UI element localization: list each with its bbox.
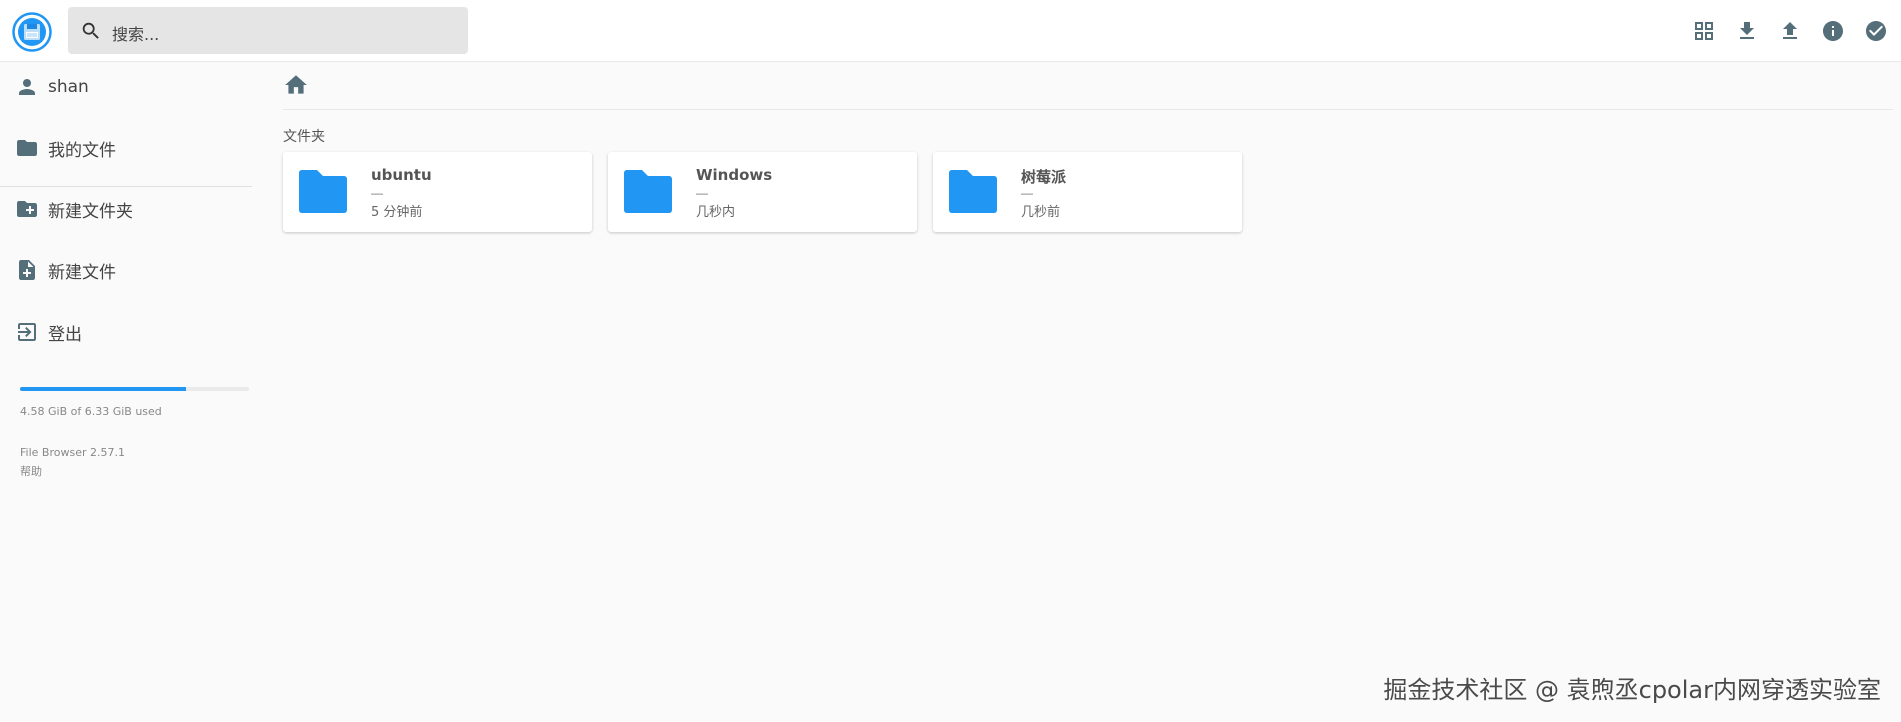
sidebar-item-label: 我的文件 [48,140,116,161]
folder-name: ubuntu [371,166,432,184]
folder-size: — [371,186,383,200]
search-input[interactable]: 搜索... [68,7,468,54]
file-plus-icon [19,260,35,280]
download-icon [1740,22,1754,39]
sidebar-item-label: shan [48,77,89,97]
download-button[interactable] [1732,16,1762,46]
folder-size: — [696,186,708,200]
folder-icon [299,170,347,213]
folder-modified: 5 分钟前 [371,205,423,220]
folder-modified: 几秒内 [696,205,736,220]
folder-modified: 几秒前 [1021,205,1061,220]
storage-usage-bar [20,387,249,391]
sidebar-item-logout[interactable]: 登出 [0,307,254,357]
grid-view-icon [1695,22,1713,40]
sidebar-item-label: 新建文件夹 [48,201,133,222]
select-button[interactable] [1861,16,1891,46]
floppy-disk-icon[interactable] [12,12,52,52]
folder-size: — [1021,186,1033,200]
folder-icon [624,170,672,213]
sidebar-item-label: 登出 [48,324,82,345]
section-title-folders: 文件夹 [283,129,325,145]
breadcrumb-home[interactable] [283,72,309,98]
sidebar: shan 我的文件 新建文件夹 新建文件 登出 4.58 GiB of 6.33… [0,62,254,722]
grid-view-button[interactable] [1689,16,1719,46]
breadcrumb-divider [283,109,1893,110]
upload-icon [1783,22,1797,39]
sidebar-item-user[interactable]: shan [0,62,254,112]
toolbar-actions [1676,16,1891,46]
folder-name: 树莓派 [1021,168,1067,186]
help-link[interactable]: 帮助 [20,463,42,479]
person-icon [19,79,35,95]
sidebar-item-my-files[interactable]: 我的文件 [0,123,254,173]
search-icon [82,22,99,39]
info-button[interactable] [1818,16,1848,46]
folder-card[interactable]: ubuntu — 5 分钟前 [283,152,592,232]
upload-button[interactable] [1775,16,1805,46]
folder-icon [17,140,37,156]
app-version: File Browser 2.57.1 [20,446,125,459]
folder-plus-icon [17,201,37,217]
watermark-text: 掘金技术社区 @ 袁煦丞cpolar内网穿透实验室 [1383,676,1881,704]
search-placeholder: 搜索... [112,25,160,44]
logout-icon [18,323,36,341]
top-bar: 搜索... [0,0,1901,62]
storage-usage-text: 4.58 GiB of 6.33 GiB used [20,405,162,418]
check-circle-icon [1866,21,1886,41]
folder-name: Windows [696,166,773,184]
sidebar-item-label: 新建文件 [48,262,116,283]
sidebar-item-new-file[interactable]: 新建文件 [0,245,254,295]
sidebar-item-new-folder[interactable]: 新建文件夹 [0,184,254,234]
info-icon [1823,21,1843,41]
home-icon [285,75,307,94]
folder-card[interactable]: Windows — 几秒内 [608,152,917,232]
folder-card[interactable]: 树莓派 — 几秒前 [933,152,1242,232]
storage-usage-fill [20,387,186,391]
folder-icon [949,170,997,213]
